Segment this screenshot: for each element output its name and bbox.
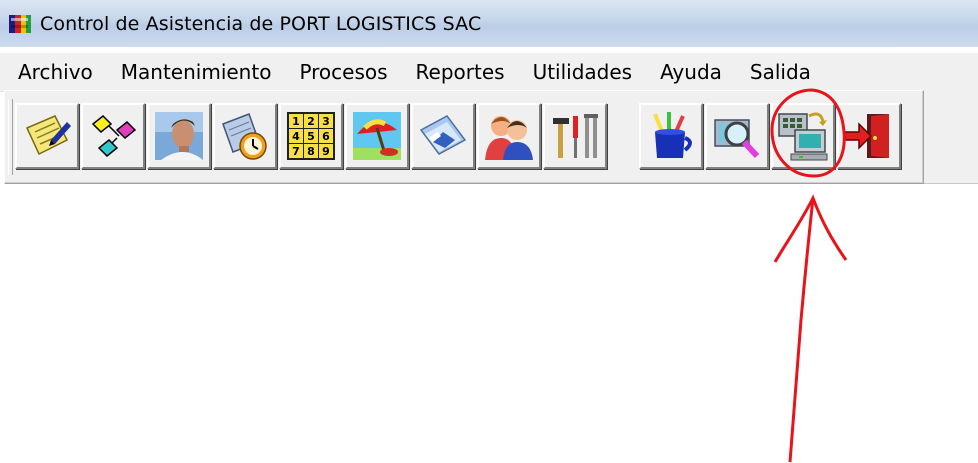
- menu-mantenimiento[interactable]: Mantenimiento: [107, 60, 286, 84]
- menu-procesos[interactable]: Procesos: [285, 60, 401, 84]
- annotation-arrow-shaft: [788, 197, 815, 463]
- app-icon: [9, 14, 31, 33]
- svg-text:1: 1: [292, 115, 300, 128]
- flowchart-icon: [91, 114, 137, 158]
- toolbar: 123 456 789: [4, 90, 924, 184]
- svg-text:6: 6: [322, 130, 330, 143]
- svg-text:9: 9: [322, 145, 330, 158]
- calendar-clock-icon: [222, 113, 267, 160]
- menu-archivo[interactable]: Archivo: [0, 60, 107, 84]
- toolbar-button-exit[interactable]: [837, 103, 901, 169]
- menu-ayuda[interactable]: Ayuda: [646, 60, 736, 84]
- toolbar-button-notes[interactable]: [15, 103, 79, 169]
- menu-bar: Archivo Mantenimiento Procesos Reportes …: [0, 53, 978, 92]
- toolbar-extension: [924, 90, 978, 184]
- cards-icon: [419, 115, 467, 155]
- title-bar: Control de Asistencia de PORT LOGISTICS …: [0, 0, 978, 47]
- svg-text:2: 2: [307, 115, 315, 128]
- toolbar-button-tools[interactable]: [543, 103, 607, 169]
- toolbar-button-supplies[interactable]: [639, 103, 703, 169]
- toolbar-button-users[interactable]: [477, 103, 541, 169]
- toolbar-button-schedules[interactable]: [213, 103, 277, 169]
- toolbar-button-structure[interactable]: [81, 103, 145, 169]
- toolbar-button-vacations[interactable]: [345, 103, 409, 169]
- toolbar-button-cards[interactable]: [411, 103, 475, 169]
- svg-text:7: 7: [292, 145, 300, 158]
- number-keypad-icon: 123 456 789: [287, 112, 335, 160]
- two-people-icon: [485, 116, 533, 160]
- toolbar-button-codes[interactable]: 123 456 789: [279, 103, 343, 169]
- window-title: Control de Asistencia de PORT LOGISTICS …: [40, 12, 482, 35]
- magnifier-search-icon: [714, 119, 760, 159]
- toolbar-button-terminal[interactable]: [771, 103, 835, 169]
- tools-icon: [553, 114, 598, 158]
- svg-text:3: 3: [322, 115, 330, 128]
- person-photo-icon: [155, 112, 203, 160]
- svg-text:4: 4: [292, 130, 300, 143]
- svg-text:5: 5: [307, 130, 315, 143]
- menu-salida[interactable]: Salida: [736, 60, 825, 84]
- computer-terminal-icon: [778, 112, 828, 161]
- toolbar-button-employees[interactable]: [147, 103, 211, 169]
- menu-utilidades[interactable]: Utilidades: [519, 60, 647, 84]
- exit-door-icon: [844, 114, 889, 158]
- menu-reportes[interactable]: Reportes: [402, 60, 519, 84]
- toolbar-button-search[interactable]: [705, 103, 769, 169]
- annotation-arrow-head: [773, 194, 848, 263]
- pencil-cup-icon: [653, 112, 692, 158]
- svg-text:8: 8: [307, 145, 315, 158]
- notepad-pen-icon: [25, 115, 71, 156]
- toolbar-grip[interactable]: [8, 99, 13, 175]
- beach-umbrella-icon: [353, 112, 401, 160]
